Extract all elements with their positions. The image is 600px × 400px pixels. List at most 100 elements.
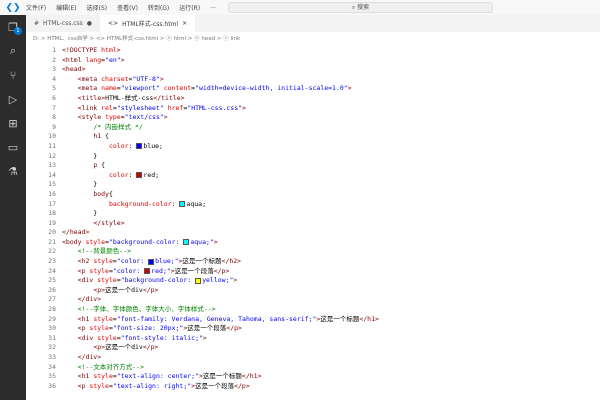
code-line[interactable]: 9 /* 内嵌样式 */: [26, 123, 600, 133]
source-control-icon[interactable]: ⑂: [0, 63, 26, 87]
menu-item[interactable]: 查看(V): [117, 5, 138, 12]
line-number: 20: [48, 228, 56, 237]
code-line[interactable]: 30 <p style="font-size: 20px;">这是一个段落</p…: [26, 324, 600, 334]
code-line[interactable]: 26 <p>这是一个div</p>: [26, 286, 600, 296]
code-token: 这是一个段落: [174, 266, 214, 275]
code-line[interactable]: 27 </div>: [26, 295, 600, 305]
line-code: <div style="font-style: italic;">: [56, 334, 207, 344]
code-line[interactable]: 22 <!--背景颜色-->: [26, 247, 600, 257]
code-line[interactable]: 13 p {: [26, 161, 600, 171]
code-line[interactable]: 20 </head>: [26, 228, 600, 238]
color-swatch[interactable]: [183, 239, 190, 246]
line-code: </head>: [56, 228, 89, 238]
menu-item[interactable]: 编辑(E): [56, 5, 76, 12]
code-line[interactable]: 35 <h1 style="text-align: center;">这是一个标…: [26, 372, 600, 382]
code-line[interactable]: 5 <meta name="viewport" content="width=d…: [26, 84, 600, 94]
run-debug-icon[interactable]: ▷: [0, 87, 26, 111]
testing-icon[interactable]: ⚗: [0, 159, 26, 183]
code-editor[interactable]: 1 <!DOCTYPE html> 2 <html lang="en"> 3 <head>…: [26, 46, 600, 400]
command-center-search[interactable]: ⌕ 搜索: [228, 2, 493, 13]
line-code: <p style="color: red;">这是一个段落</p>: [56, 266, 230, 277]
code-token: </h1>: [241, 372, 262, 381]
color-swatch[interactable]: [195, 277, 202, 284]
code-token: aqua;: [186, 199, 206, 208]
code-line[interactable]: 36 <p style="text-align: right;">这是一个段落<…: [26, 382, 600, 392]
tab-1[interactable]: <> HTML样式-css.html ×: [100, 15, 196, 32]
color-swatch[interactable]: [179, 201, 186, 207]
code-line[interactable]: 17 background-color: aqua;: [26, 200, 600, 210]
editor-tabs: # HTML-css.css ● <> HTML样式-css.html ×: [26, 15, 600, 32]
code-line[interactable]: 34 <!--文本对齐方式-->: [26, 363, 600, 373]
close-icon[interactable]: ×: [182, 20, 187, 27]
code-token: "color:: [112, 266, 145, 275]
code-line[interactable]: 32 <p>这是一个div</p>: [26, 343, 600, 353]
line-code: h1 {: [56, 132, 109, 142]
menu-item[interactable]: 选择(S): [87, 5, 108, 12]
color-swatch[interactable]: [144, 268, 151, 275]
menu-item[interactable]: 转到(G): [148, 5, 169, 12]
code-token: color: [108, 141, 129, 150]
color-swatch[interactable]: [136, 172, 143, 179]
breadcrumb[interactable]: D: > HTML、css自学 > <> HTML样式-css.html > ⓔ…: [26, 32, 600, 46]
code-token: style: [89, 381, 109, 390]
code-token: </p>: [226, 324, 242, 333]
code-line[interactable]: 11 color: blue;: [26, 142, 600, 152]
tab-0[interactable]: # HTML-css.css ●: [26, 15, 100, 32]
code-line[interactable]: 7 <link rel="stylesheet" href="HTML-css.…: [26, 104, 600, 114]
code-line[interactable]: 16 body{: [26, 190, 600, 200]
line-number: 35: [48, 372, 56, 381]
tab-label: HTML样式-css.html: [122, 21, 179, 28]
code-line[interactable]: 3 <head>: [26, 65, 600, 75]
code-line[interactable]: 29 <h1 style="font-family: Verdana, Gene…: [26, 315, 600, 325]
code-line[interactable]: 23 <h2 style="color: blue;">这是一个标题</h2>: [26, 257, 600, 267]
code-line[interactable]: 19 </style>: [26, 219, 600, 229]
line-number: 9: [52, 122, 56, 131]
line-number: 33: [48, 353, 56, 361]
code-token: background-color: [108, 199, 172, 208]
code-line[interactable]: 1 <!DOCTYPE html>: [26, 46, 600, 56]
code-line[interactable]: 4 <meta charset="UTF-8">: [26, 75, 600, 85]
menu-item[interactable]: 运行(R): [179, 5, 200, 12]
code-line[interactable]: 24 <p style="color: red;">这是一个段落</p>: [26, 267, 600, 277]
code-line[interactable]: 33 </div>: [26, 353, 600, 363]
code-token: "font-style: italic;": [120, 333, 203, 342]
code-line[interactable]: 6 <title>HTML-样式-css</title>: [26, 94, 600, 104]
menu-item[interactable]: 文件(F): [26, 5, 46, 12]
code-line[interactable]: 10 h1 {: [26, 132, 600, 142]
unsaved-dot-icon[interactable]: ●: [87, 20, 92, 27]
code-line[interactable]: 15 }: [26, 180, 600, 190]
color-swatch[interactable]: [148, 258, 155, 265]
code-token: href: [163, 103, 184, 112]
color-swatch[interactable]: [136, 143, 143, 150]
search-icon[interactable]: ⌕: [0, 39, 26, 63]
files-icon[interactable]: ❐: [0, 15, 26, 39]
line-code: <!--字体、字体颜色、字体大小、字体样式-->: [56, 305, 216, 315]
code-line[interactable]: 25 <div style="background-color: yellow;…: [26, 276, 600, 286]
code-token: charset: [101, 74, 129, 83]
code-line[interactable]: 8 <style type="text/css">: [26, 113, 600, 123]
code-line[interactable]: 31 <div style="font-style: italic;">: [26, 334, 600, 344]
code-token: "color:: [116, 257, 149, 266]
code-token: <p: [77, 381, 90, 390]
code-token: style: [97, 276, 117, 285]
menu-item[interactable]: ···: [210, 5, 216, 12]
code-line[interactable]: 14 color: red;: [26, 171, 600, 181]
remote-explorer-icon[interactable]: ▭: [0, 135, 26, 159]
code-token: <link: [77, 103, 102, 112]
code-token: }: [62, 151, 98, 160]
extensions-icon[interactable]: ⊞: [0, 111, 26, 135]
code-token: 这是一个段落: [187, 324, 227, 333]
code-line[interactable]: 12 }: [26, 152, 600, 162]
line-code: </div>: [56, 353, 101, 363]
code-line[interactable]: 28 <!--字体、字体颜色、字体大小、字体样式-->: [26, 305, 600, 315]
code-token: "stylesheet": [116, 103, 164, 112]
code-line[interactable]: 2 <html lang="en">: [26, 56, 600, 66]
code-line[interactable]: 18 }: [26, 209, 600, 219]
